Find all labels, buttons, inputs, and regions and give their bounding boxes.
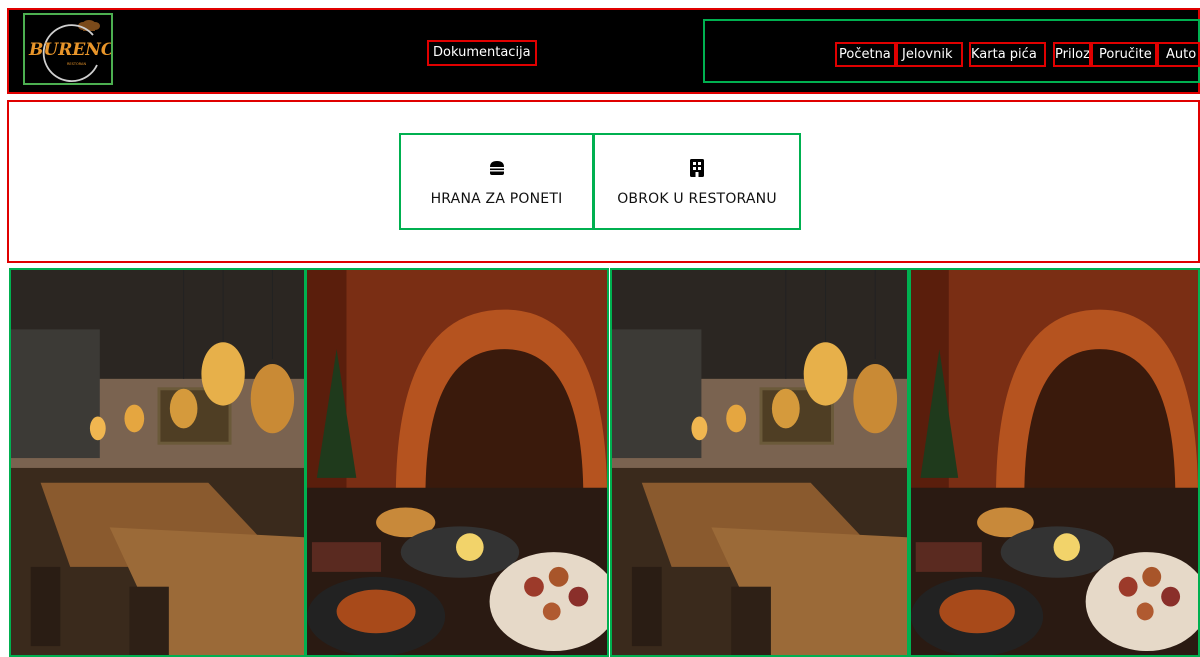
takeaway-option-label: HRANA ZA PONETI [430,190,563,207]
gallery-image-interior[interactable] [9,268,306,657]
nav-item-karta-pica[interactable]: Karta pića [969,42,1046,67]
nav-item-jelovnik[interactable]: Jelovnik [896,42,963,67]
nav-item-pocetna[interactable]: Početna [835,42,896,67]
documentation-link[interactable]: Dokumentacija [427,40,537,66]
nav-item-porucite[interactable]: Poručite [1091,42,1157,67]
burger-icon [488,157,506,179]
building-icon [688,157,706,179]
chef-hat-icon [78,20,100,31]
nav-item-auto[interactable]: Auto [1157,42,1200,67]
takeaway-option-button[interactable]: HRANA ZA PONETI [399,133,594,230]
dine-in-option-button[interactable]: OBROK U RESTORANU [593,133,801,230]
logo-text: BURENCE [28,40,111,60]
gallery-image-food[interactable] [305,268,609,657]
gallery-image-food[interactable] [909,268,1200,657]
nav-item-prilozi[interactable]: Prilozi [1053,42,1091,67]
gallery-image-interior[interactable] [610,268,909,657]
logo[interactable]: BURENCE RESTORAN [23,13,113,85]
svg-text:RESTORAN: RESTORAN [67,62,86,66]
dine-in-option-label: OBROK U RESTORANU [617,190,777,207]
